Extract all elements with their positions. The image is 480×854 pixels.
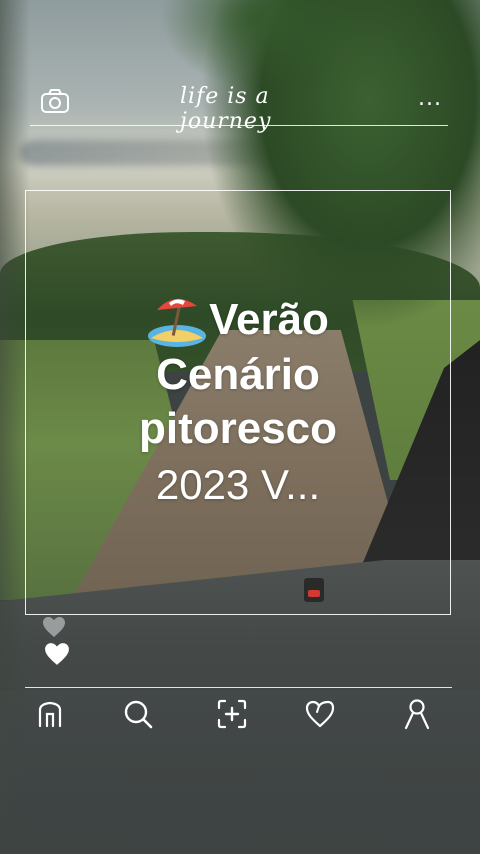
search-icon (122, 698, 154, 734)
nav-add[interactable] (213, 697, 251, 735)
profile-icon (402, 698, 432, 734)
beach-umbrella-icon (147, 292, 207, 348)
heart-icon[interactable] (44, 642, 70, 666)
home-icon (35, 699, 65, 733)
floating-heart-icon (42, 616, 66, 638)
bottom-nav (25, 695, 452, 739)
add-post-icon (216, 699, 248, 733)
nav-likes[interactable] (301, 697, 339, 735)
title-line-1: Verão (25, 292, 451, 348)
nav-search[interactable] (119, 697, 157, 735)
title-line-2: Cenário (156, 350, 320, 399)
more-dots-icon[interactable]: ... (418, 88, 442, 110)
like-button[interactable] (38, 614, 78, 670)
brand-logo: life is a journey (180, 84, 272, 134)
nav-home[interactable] (31, 697, 69, 735)
post-title: Verão Cenário pitoresco 2023 V... (25, 292, 451, 514)
tree-foliage-top (160, 0, 360, 90)
top-divider (30, 125, 448, 126)
title-line-3: pitoresco (138, 404, 338, 453)
top-bar: life is a journey ... (30, 82, 450, 134)
post-subtitle: 2023 V... (155, 461, 321, 508)
bottom-divider (25, 687, 452, 688)
heart-outline-icon (304, 699, 336, 733)
camera-icon[interactable] (40, 88, 70, 114)
title-line-1-text: Verão (209, 295, 329, 344)
nav-profile[interactable] (398, 697, 436, 735)
